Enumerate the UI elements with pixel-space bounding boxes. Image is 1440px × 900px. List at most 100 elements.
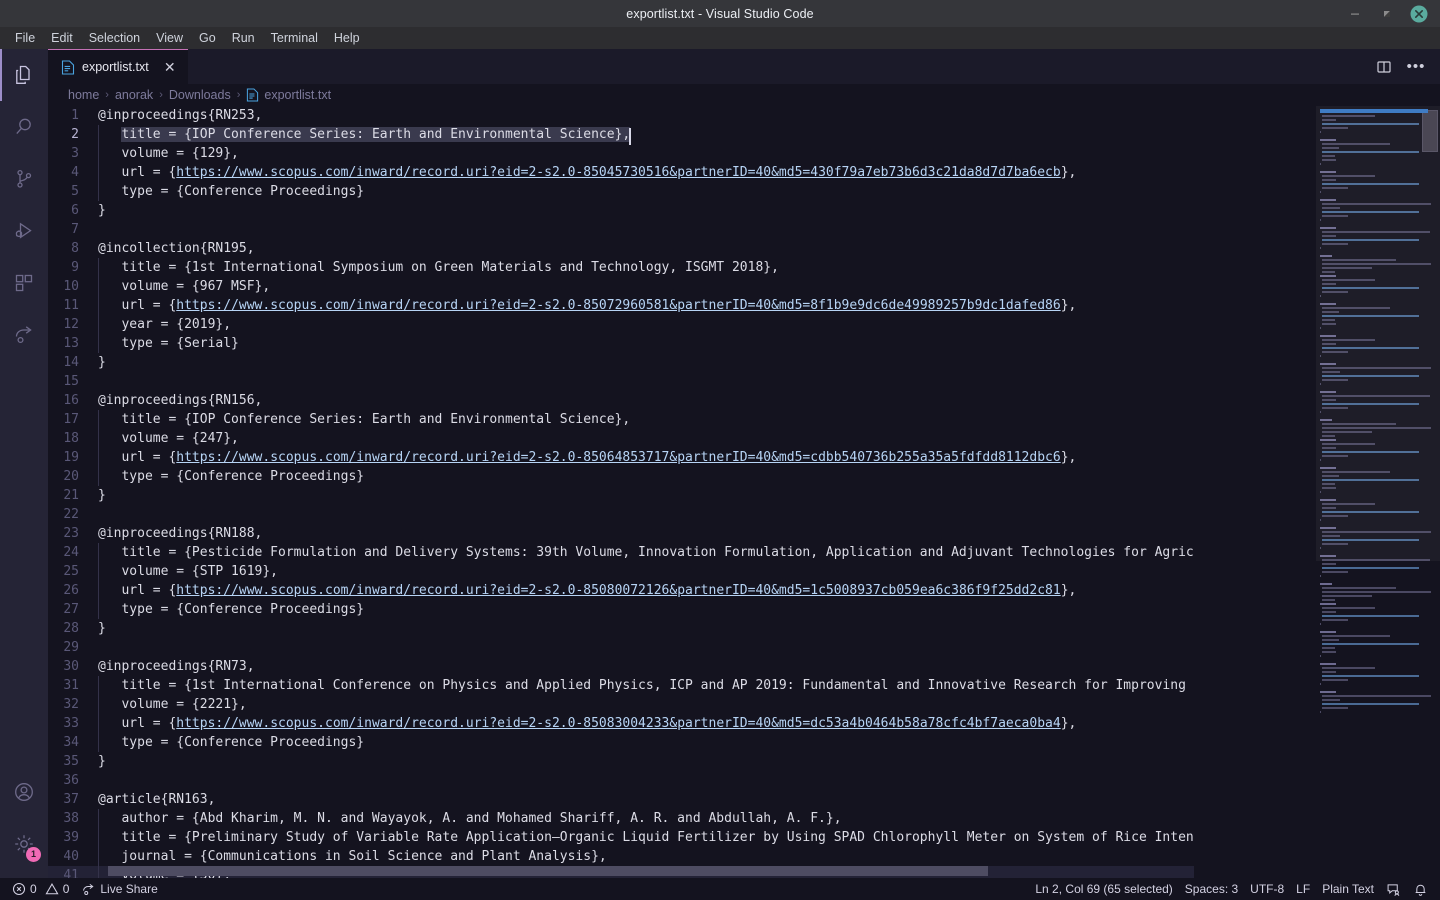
code-line[interactable]: 18 volume = {247}, — [48, 429, 1194, 448]
breadcrumb-home[interactable]: home — [66, 88, 101, 102]
code-line[interactable]: 31 title = {1st International Conference… — [48, 676, 1194, 695]
code-line-content[interactable]: @inproceedings{RN188, — [98, 524, 262, 543]
code-line[interactable]: 38 author = {Abd Kharim, M. N. and Wayay… — [48, 809, 1194, 828]
code-link[interactable]: https://www.scopus.com/inward/record.uri… — [176, 165, 1060, 180]
code-link[interactable]: https://www.scopus.com/inward/record.uri… — [176, 298, 1060, 313]
code-link[interactable]: https://www.scopus.com/inward/record.uri… — [176, 450, 1060, 465]
menu-run[interactable]: Run — [225, 28, 262, 48]
code-line[interactable]: 23 @inproceedings{RN188, — [48, 524, 1194, 543]
code-line[interactable]: 17 title = {IOP Conference Series: Earth… — [48, 410, 1194, 429]
breadcrumb-anorak[interactable]: anorak — [113, 88, 155, 102]
code-line-content[interactable]: } — [98, 353, 106, 372]
code-line[interactable]: 20 type = {Conference Proceedings} — [48, 467, 1194, 486]
menu-go[interactable]: Go — [192, 28, 223, 48]
status-language-mode[interactable]: Plain Text — [1316, 878, 1380, 900]
code-line-content[interactable]: @incollection{RN195, — [98, 239, 255, 258]
code-line-content[interactable]: title = {1st International Conference on… — [98, 676, 1186, 695]
code-line[interactable]: 1 @inproceedings{RN253, — [48, 106, 1194, 125]
code-line[interactable]: 22 — [48, 505, 1194, 524]
status-cursor-position[interactable]: Ln 2, Col 69 (65 selected) — [1029, 878, 1178, 900]
menu-view[interactable]: View — [149, 28, 190, 48]
sidebar-item-live-share[interactable] — [0, 309, 48, 361]
status-live-share[interactable]: Live Share — [75, 878, 163, 900]
menu-edit[interactable]: Edit — [44, 28, 80, 48]
code-line[interactable]: 7 — [48, 220, 1194, 239]
code-line[interactable]: 16 @inproceedings{RN156, — [48, 391, 1194, 410]
sidebar-item-settings[interactable]: 1 — [0, 818, 48, 870]
code-line-content[interactable]: url = {https://www.scopus.com/inward/rec… — [98, 714, 1076, 733]
code-line-content[interactable]: author = {Abd Kharim, M. N. and Wayayok,… — [98, 809, 842, 828]
code-link[interactable]: https://www.scopus.com/inward/record.uri… — [176, 583, 1060, 598]
code-line-content[interactable]: title = {IOP Conference Series: Earth an… — [98, 410, 630, 429]
status-notifications[interactable] — [1407, 878, 1434, 900]
code-line[interactable]: 33 url = {https://www.scopus.com/inward/… — [48, 714, 1194, 733]
sidebar-item-explorer[interactable] — [0, 49, 48, 101]
code-line[interactable]: 19 url = {https://www.scopus.com/inward/… — [48, 448, 1194, 467]
code-line[interactable]: 5 type = {Conference Proceedings} — [48, 182, 1194, 201]
code-line[interactable]: 37 @article{RN163, — [48, 790, 1194, 809]
sidebar-item-extensions[interactable] — [0, 257, 48, 309]
code-line[interactable]: 30 @inproceedings{RN73, — [48, 657, 1194, 676]
code-line-content[interactable]: title = {Pesticide Formulation and Deliv… — [98, 543, 1194, 562]
code-line[interactable]: 36 — [48, 771, 1194, 790]
status-indentation[interactable]: Spaces: 3 — [1179, 878, 1244, 900]
code-line[interactable]: 39 title = {Preliminary Study of Variabl… — [48, 828, 1194, 847]
tab-exportlist-txt[interactable]: exportlist.txt ✕ — [48, 49, 188, 84]
code-line[interactable]: 4 url = {https://www.scopus.com/inward/r… — [48, 163, 1194, 182]
code-line[interactable]: 35} — [48, 752, 1194, 771]
code-line[interactable]: 8 @incollection{RN195, — [48, 239, 1194, 258]
scrollbar-thumb[interactable] — [1422, 110, 1438, 152]
code-line[interactable]: 29 — [48, 638, 1194, 657]
code-line[interactable]: 32 volume = {2221}, — [48, 695, 1194, 714]
close-icon[interactable] — [1410, 5, 1428, 23]
code-line-content[interactable]: type = {Conference Proceedings} — [98, 182, 364, 201]
code-line-content[interactable]: url = {https://www.scopus.com/inward/rec… — [98, 448, 1076, 467]
sidebar-item-accounts[interactable] — [0, 766, 48, 818]
code-line-content[interactable]: title = {IOP Conference Series: Earth an… — [98, 125, 632, 145]
code-line-content[interactable]: @inproceedings{RN156, — [98, 391, 262, 410]
code-line-content[interactable]: @article{RN163, — [98, 790, 215, 809]
breadcrumb-file[interactable]: exportlist.txt — [244, 88, 333, 102]
minimize-icon[interactable] — [1346, 5, 1364, 23]
code-line[interactable]: 27 type = {Conference Proceedings} — [48, 600, 1194, 619]
code-line[interactable]: 13 type = {Serial} — [48, 334, 1194, 353]
maximize-icon[interactable] — [1378, 5, 1396, 23]
split-editor-icon[interactable] — [1370, 53, 1398, 81]
code-line-content[interactable]: } — [98, 752, 106, 771]
menu-help[interactable]: Help — [327, 28, 367, 48]
code-line[interactable]: 14} — [48, 353, 1194, 372]
code-link[interactable]: https://www.scopus.com/inward/record.uri… — [176, 716, 1060, 731]
code-line-content[interactable]: type = {Conference Proceedings} — [98, 467, 364, 486]
close-icon[interactable]: ✕ — [162, 60, 178, 74]
code-line-content[interactable]: year = {2019}, — [98, 315, 231, 334]
code-line-content[interactable]: volume = {247}, — [98, 429, 239, 448]
code-text[interactable]: 1 @inproceedings{RN253, 2 title = {IOP Con… — [48, 106, 1194, 878]
code-line[interactable]: 40 journal = {Communications in Soil Sci… — [48, 847, 1194, 866]
code-line-content[interactable]: url = {https://www.scopus.com/inward/rec… — [98, 296, 1076, 315]
code-line[interactable]: 3 volume = {129}, — [48, 144, 1194, 163]
code-line[interactable]: 21} — [48, 486, 1194, 505]
sidebar-item-run-and-debug[interactable] — [0, 205, 48, 257]
code-line[interactable]: 25 volume = {STP 1619}, — [48, 562, 1194, 581]
status-feedback[interactable] — [1380, 878, 1407, 900]
code-line-content[interactable]: @inproceedings{RN73, — [98, 657, 255, 676]
status-encoding[interactable]: UTF-8 — [1244, 878, 1290, 900]
code-line[interactable]: 10 volume = {967 MSF}, — [48, 277, 1194, 296]
code-line[interactable]: 2 title = {IOP Conference Series: Earth … — [48, 125, 1194, 145]
sidebar-item-search[interactable] — [0, 101, 48, 153]
code-line[interactable]: 9 title = {1st International Symposium o… — [48, 258, 1194, 277]
minimap[interactable] — [1316, 106, 1440, 878]
code-line-content[interactable]: type = {Conference Proceedings} — [98, 733, 364, 752]
code-line-content[interactable]: type = {Serial} — [98, 334, 239, 353]
code-line-content[interactable]: volume = {STP 1619}, — [98, 562, 278, 581]
breadcrumb-downloads[interactable]: Downloads — [167, 88, 233, 102]
code-line-content[interactable]: title = {Preliminary Study of Variable R… — [98, 828, 1194, 847]
status-eol[interactable]: LF — [1290, 878, 1316, 900]
code-line-content[interactable]: url = {https://www.scopus.com/inward/rec… — [98, 581, 1076, 600]
code-line-content[interactable]: type = {Conference Proceedings} — [98, 600, 364, 619]
ellipsis-icon[interactable]: ••• — [1402, 53, 1430, 81]
code-line[interactable]: 12 year = {2019}, — [48, 315, 1194, 334]
code-line-content[interactable]: @inproceedings{RN253, — [98, 106, 262, 125]
horizontal-scrollbar-thumb[interactable] — [108, 866, 988, 876]
menu-file[interactable]: File — [8, 28, 42, 48]
